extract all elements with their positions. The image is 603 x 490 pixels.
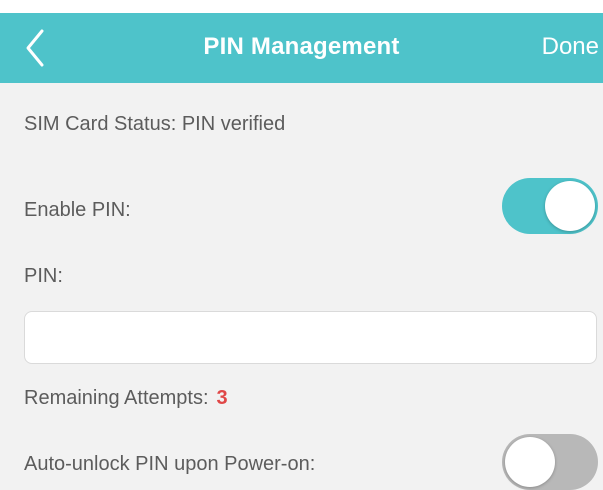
remaining-attempts-value: 3: [216, 387, 228, 409]
remaining-attempts: Remaining Attempts: 3: [24, 387, 228, 410]
pin-label: PIN:: [24, 265, 63, 287]
content-area: [0, 83, 603, 490]
auto-unlock-toggle[interactable]: [502, 434, 598, 490]
enable-pin-toggle[interactable]: [502, 178, 598, 234]
toggle-knob: [505, 437, 555, 487]
enable-pin-label: Enable PIN:: [24, 199, 131, 221]
header-bar: PIN Management Done: [0, 13, 603, 83]
sim-card-status-text: SIM Card Status: PIN verified: [24, 113, 286, 135]
screen: PIN Management Done SIM Card Status: PIN…: [0, 0, 603, 490]
auto-unlock-label: Auto-unlock PIN upon Power-on:: [24, 453, 316, 475]
page-title: PIN Management: [203, 33, 400, 60]
remaining-attempts-label: Remaining Attempts:: [24, 387, 209, 409]
toggle-knob: [545, 181, 595, 231]
done-button[interactable]: Done: [542, 33, 599, 61]
top-strip: [0, 0, 603, 13]
pin-input[interactable]: [24, 311, 597, 364]
